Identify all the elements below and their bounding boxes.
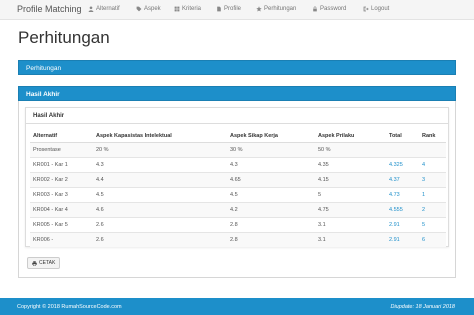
card-title: Hasil Akhir <box>26 108 448 124</box>
print-button-label: CETAK <box>39 260 56 266</box>
table-cell: 2.6 <box>93 216 227 232</box>
table-cell: Prosentase <box>30 141 93 157</box>
table-row: KR003 - Kar 3 4.5 4.5 5 4.73 1 <box>30 186 446 202</box>
panel-heading: Hasil Akhir <box>18 86 456 101</box>
top-navbar: Profile Matching Alternatif Aspek Kriter… <box>0 0 474 20</box>
table-cell: 6 <box>419 231 446 247</box>
nav-item-label: Kriteria <box>182 6 202 12</box>
nav-item-label: Profile <box>224 6 242 12</box>
logout-icon <box>363 6 369 12</box>
table-cell: 4 <box>419 156 446 172</box>
table-cell: 4.15 <box>315 171 386 187</box>
table-row: Prosentase 20 % 30 % 50 % <box>30 141 446 157</box>
table-cell <box>386 141 419 157</box>
table-row: KR005 - Kar 5 2.6 2.8 3.1 2.91 5 <box>30 216 446 232</box>
table-cell: 4.2 <box>227 201 315 217</box>
results-panel: Hasil Akhir Alternatif Aspek Kapasistas … <box>18 101 456 278</box>
column-header: Aspek Prilaku <box>315 130 386 143</box>
table-cell: 2.8 <box>227 216 315 232</box>
results-table: Alternatif Aspek Kapasistas Intelektual … <box>30 130 446 247</box>
table-cell: 4.65 <box>227 171 315 187</box>
star-icon <box>256 6 262 12</box>
table-row: KR006 - 2.6 2.8 3.1 2.91 6 <box>30 231 446 247</box>
nav-item-profile[interactable]: Profile <box>216 6 241 12</box>
table-cell: 3.1 <box>315 216 386 232</box>
table-cell: KR006 - <box>30 231 93 247</box>
table-cell: 1 <box>419 186 446 202</box>
table-cell: KR003 - Kar 3 <box>30 186 93 202</box>
table-cell: KR005 - Kar 5 <box>30 216 93 232</box>
table-cell: 30 % <box>227 141 315 157</box>
table-cell: 3.1 <box>315 231 386 247</box>
table-cell: KR001 - Kar 1 <box>30 156 93 172</box>
table-row: KR001 - Kar 1 4.3 4.3 4.35 4.325 4 <box>30 156 446 172</box>
nav-item-alternatif[interactable]: Alternatif <box>88 6 120 12</box>
nav-item-label: Aspek <box>144 6 161 12</box>
table-cell: 3 <box>419 171 446 187</box>
nav-item-label: Logout <box>371 6 390 12</box>
table-header-row: Alternatif Aspek Kapasistas Intelektual … <box>30 130 446 143</box>
page-title: Perhitungan <box>18 28 110 47</box>
table-cell: 4.4 <box>93 171 227 187</box>
table-cell: 4.37 <box>386 171 419 187</box>
table-cell: 4.555 <box>386 201 419 217</box>
table-cell: 2.91 <box>386 216 419 232</box>
results-card: Hasil Akhir Alternatif Aspek Kapasistas … <box>25 107 449 247</box>
nav-item-aspek[interactable]: Aspek <box>136 6 161 12</box>
table-cell: 4.35 <box>315 156 386 172</box>
nav-item-logout[interactable]: Logout <box>363 6 389 12</box>
table-cell: 4.73 <box>386 186 419 202</box>
grid-icon <box>174 6 180 12</box>
table-cell: 4.3 <box>227 156 315 172</box>
table-cell: 2 <box>419 201 446 217</box>
table-row: KR004 - Kar 4 4.6 4.2 4.75 4.555 2 <box>30 201 446 217</box>
table-cell: 2.8 <box>227 231 315 247</box>
footer: Copyright © 2018 RumahSourceCode.com Diu… <box>0 298 474 315</box>
nav-item-perhitungan[interactable]: Perhitungan <box>256 6 296 12</box>
nav-item-label: Perhitungan <box>264 6 297 12</box>
print-icon <box>32 260 37 266</box>
table-cell: 5 <box>419 216 446 232</box>
table-cell: 4.6 <box>93 201 227 217</box>
table-row: KR002 - Kar 2 4.4 4.65 4.15 4.37 3 <box>30 171 446 187</box>
table-cell: 4.325 <box>386 156 419 172</box>
table-cell: 5 <box>315 186 386 202</box>
table-cell: 20 % <box>93 141 227 157</box>
table-cell: KR002 - Kar 2 <box>30 171 93 187</box>
lock-icon <box>313 6 317 12</box>
column-header: Rank <box>419 130 446 143</box>
user-icon <box>88 6 94 12</box>
column-header: Aspek Kapasistas Intelektual <box>93 130 227 143</box>
table-cell: KR004 - Kar 4 <box>30 201 93 217</box>
table-cell: 4.75 <box>315 201 386 217</box>
footer-updated: Diupdate: 18 Januari 2018 <box>390 304 455 310</box>
column-header: Alternatif <box>30 130 93 143</box>
table-cell: 50 % <box>315 141 386 157</box>
section-bar: Perhitungan <box>18 60 456 75</box>
table-cell: 4.3 <box>93 156 227 172</box>
nav-item-password[interactable]: Password <box>312 6 346 12</box>
table-cell <box>419 141 446 157</box>
table-cell: 2.91 <box>386 231 419 247</box>
nav-item-label: Password <box>320 6 347 12</box>
tag-icon <box>136 6 142 12</box>
table-cell: 4.5 <box>93 186 227 202</box>
footer-copyright: Copyright © 2018 RumahSourceCode.com <box>17 304 122 310</box>
file-icon <box>217 6 221 12</box>
nav-item-kriteria[interactable]: Kriteria <box>174 6 201 12</box>
table-cell: 2.6 <box>93 231 227 247</box>
column-header: Total <box>386 130 419 143</box>
column-header: Aspek Sikap Kerja <box>227 130 315 143</box>
table-cell: 4.5 <box>227 186 315 202</box>
brand-link[interactable]: Profile Matching <box>17 4 82 14</box>
nav-item-label: Alternatif <box>96 6 120 12</box>
print-button[interactable]: CETAK <box>27 257 61 269</box>
